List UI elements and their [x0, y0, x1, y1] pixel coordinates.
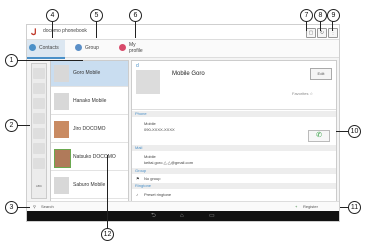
callout-7: 7: [300, 9, 313, 22]
phone-section-header: Phone: [132, 111, 336, 117]
callout-12: 12: [101, 228, 114, 241]
index-item[interactable]: [33, 143, 45, 154]
leader-line: [336, 131, 348, 132]
tab-my-profile[interactable]: My profile: [119, 40, 145, 57]
leader-line: [16, 125, 30, 126]
photo-avatar[interactable]: [54, 149, 71, 168]
index-item[interactable]: [33, 83, 45, 94]
callout-11: 11: [348, 201, 361, 214]
index-item[interactable]: [33, 128, 45, 139]
leader-line: [135, 21, 136, 38]
callout-3: 3: [5, 201, 18, 214]
phone-type: Mobile: [144, 121, 156, 126]
tab-group[interactable]: Group: [75, 40, 99, 57]
default-avatar: [54, 177, 69, 194]
tab-contacts-label: Contacts: [39, 45, 59, 51]
contact-name: Goro Mobile: [73, 70, 101, 76]
leader-line: [17, 60, 83, 61]
callout-1: 1: [5, 54, 18, 67]
callout-4: 4: [46, 9, 59, 22]
group-icon: [75, 44, 82, 52]
index-item[interactable]: [33, 68, 45, 79]
leader-line: [340, 207, 348, 208]
default-avatar: [54, 65, 69, 82]
index-item[interactable]: [33, 98, 45, 109]
group-value: No group: [144, 176, 161, 181]
tab-my-profile-label: My profile: [129, 41, 143, 54]
app-title: docomo phonebook: [43, 28, 87, 34]
tab-contacts[interactable]: Contacts: [27, 40, 65, 59]
detail-contact-name: Mobile Goro: [172, 71, 205, 77]
callout-5: 5: [90, 9, 103, 22]
contact-row[interactable]: Hanako Mobile: [51, 89, 128, 115]
contact-list: Goro Mobile Hanako Mobile Jiro DOCOMO Na…: [50, 60, 129, 202]
contact-name: Jiro DOCOMO: [73, 126, 106, 132]
system-nav-bar: ⮌ ⌂ ▭: [27, 211, 339, 221]
default-avatar: [54, 93, 69, 110]
ringtone-value: Preset ringtone: [144, 192, 172, 197]
contact-detail-panel: d Mobile Goro Edit Favorites ☆ Phone Mob…: [131, 60, 337, 202]
contact-row[interactable]: Jiro DOCOMO: [51, 117, 128, 143]
mail-address[interactable]: keitai.goro.△.△@gmail.com: [144, 160, 193, 165]
call-phone-icon[interactable]: ✆: [308, 130, 330, 142]
phonebook-screen: ᒍ docomo phonebook ▢ ↻ ⋮ Contacts Group …: [26, 24, 340, 222]
callout-9: 9: [327, 9, 340, 22]
leader-line: [306, 21, 307, 31]
contact-row[interactable]: Saburo Mobile: [51, 173, 128, 199]
profile-icon: [119, 44, 126, 52]
detail-header: d Mobile Goro Edit Favorites ☆: [132, 61, 336, 110]
search-icon[interactable]: ⚲: [33, 204, 36, 209]
callout-8: 8: [314, 9, 327, 22]
mail-section-header: Mail: [132, 145, 336, 151]
index-item[interactable]: [33, 113, 45, 124]
contact-name: Natsuko DOCOMO: [73, 154, 116, 160]
contact-row[interactable]: Goro Mobile: [51, 61, 128, 87]
mail-type: Mobile: [144, 154, 156, 159]
index-bar[interactable]: ABC: [31, 63, 47, 199]
contact-row[interactable]: Natsuko DOCOMO: [51, 145, 128, 171]
tab-group-label: Group: [85, 45, 99, 51]
recent-apps-icon[interactable]: ▭: [209, 211, 215, 221]
contacts-icon: [29, 44, 36, 52]
leader-line: [52, 21, 53, 38]
leader-line: [107, 155, 108, 228]
docomo-app-icon: ᒍ: [31, 27, 37, 37]
leader-line: [320, 21, 321, 31]
music-note-icon: ♪: [136, 192, 138, 197]
detail-photo: [136, 70, 160, 94]
leader-line: [332, 21, 333, 31]
leader-line: [96, 21, 97, 38]
register-button[interactable]: Register: [303, 204, 318, 209]
title-bar: ᒍ docomo phonebook ▢ ↻ ⋮: [27, 25, 339, 40]
group-section-header: Group: [132, 168, 336, 174]
menu-square-icon-button[interactable]: ▢: [306, 28, 316, 38]
contact-name: Saburo Mobile: [73, 182, 106, 188]
callout-2: 2: [5, 119, 18, 132]
overflow-menu-icon-button[interactable]: ⋮: [328, 28, 338, 38]
group-icon: ⚑: [136, 176, 140, 181]
phone-number: 090-XXXX-XXXX: [144, 127, 175, 132]
tab-bar: Contacts Group My profile: [27, 40, 339, 59]
plus-icon[interactable]: +: [295, 204, 297, 209]
back-icon[interactable]: ⮌: [151, 211, 156, 221]
favorites-toggle[interactable]: Favorites ☆: [292, 91, 313, 96]
home-icon[interactable]: ⌂: [180, 211, 184, 221]
detail-index-letter: d: [136, 63, 139, 69]
index-label: ABC: [35, 184, 43, 188]
edit-button[interactable]: Edit: [310, 68, 332, 80]
callout-10: 10: [348, 125, 361, 138]
search-button[interactable]: Search: [41, 204, 54, 209]
callout-6: 6: [129, 9, 142, 22]
sync-icon-button[interactable]: ↻: [317, 28, 327, 38]
leader-line: [16, 207, 30, 208]
contact-name: Hanako Mobile: [73, 98, 107, 104]
index-item[interactable]: [33, 158, 45, 169]
ringtone-section-header: Ringtone: [132, 183, 336, 189]
photo-avatar: [54, 121, 69, 138]
